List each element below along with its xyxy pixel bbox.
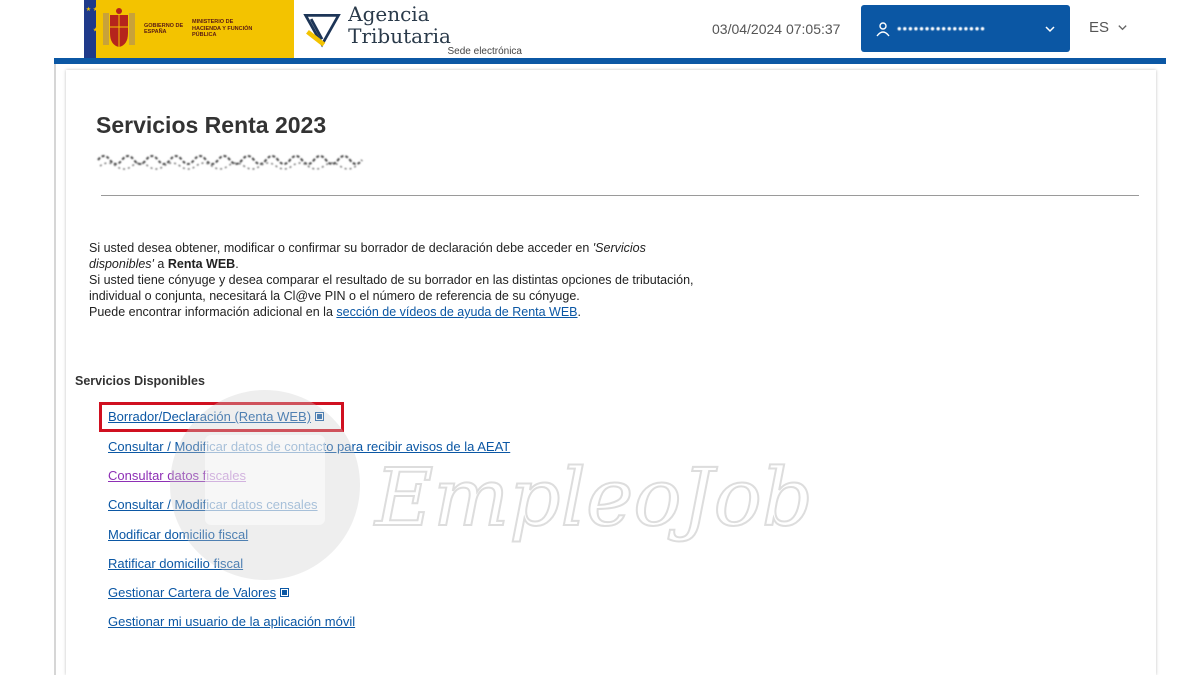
agencia-tributaria-logo[interactable]: Agencia Tributaria Sede electrónica	[302, 3, 522, 57]
user-name: ••••••••••••••••	[897, 21, 986, 36]
service-link-portfolio[interactable]: Gestionar Cartera de Valores	[108, 585, 290, 600]
page-left-border	[54, 64, 56, 675]
title-divider	[101, 195, 1139, 196]
header-accent-bar	[54, 58, 1166, 64]
page-title: Servicios Renta 2023	[96, 112, 327, 138]
redacted-taxpayer-name	[97, 155, 363, 170]
language-label: ES	[1089, 19, 1110, 36]
highlight-box	[99, 402, 344, 432]
user-icon	[876, 21, 890, 36]
site-header: GOBIERNO DE ESPAÑA MINISTERIO DE HACIEND…	[0, 0, 1200, 58]
language-selector[interactable]: ES	[1089, 19, 1128, 36]
government-text: GOBIERNO DE ESPAÑA	[144, 22, 184, 36]
services-heading: Servicios Disponibles	[75, 374, 205, 388]
chevron-down-icon	[1118, 25, 1127, 31]
brand-name: Agencia Tributaria	[348, 2, 451, 48]
coat-of-arms-icon	[103, 8, 135, 47]
ministry-text: MINISTERIO DE HACIENDA Y FUNCIÓN PÚBLICA	[192, 19, 253, 39]
service-link-modify-address[interactable]: Modificar domicilio fiscal	[108, 527, 248, 542]
chevron-down-icon	[1045, 25, 1055, 32]
eu-flag-icon	[84, 0, 99, 58]
service-link-census-data[interactable]: Consultar / Modificar datos censales	[108, 497, 318, 512]
session-datetime: 03/04/2024 07:05:37	[712, 21, 841, 37]
service-link-fiscal-data[interactable]: Consultar datos fiscales	[108, 468, 246, 483]
government-logo[interactable]: GOBIERNO DE ESPAÑA MINISTERIO DE HACIEND…	[84, 0, 294, 58]
intro-text: Si usted desea obtener, modificar o conf…	[89, 241, 694, 319]
help-videos-link[interactable]: sección de vídeos de ayuda de Renta WEB	[336, 305, 577, 319]
service-link-ratify-address[interactable]: Ratificar domicilio fiscal	[108, 556, 243, 571]
aeat-mark-icon	[303, 14, 341, 48]
external-link-icon	[280, 588, 290, 597]
user-menu-button[interactable]: ••••••••••••••••	[861, 5, 1070, 52]
service-link-mobile-app-user[interactable]: Gestionar mi usuario de la aplicación mó…	[108, 614, 355, 629]
service-link-contact-data[interactable]: Consultar / Modificar datos de contacto …	[108, 439, 510, 454]
